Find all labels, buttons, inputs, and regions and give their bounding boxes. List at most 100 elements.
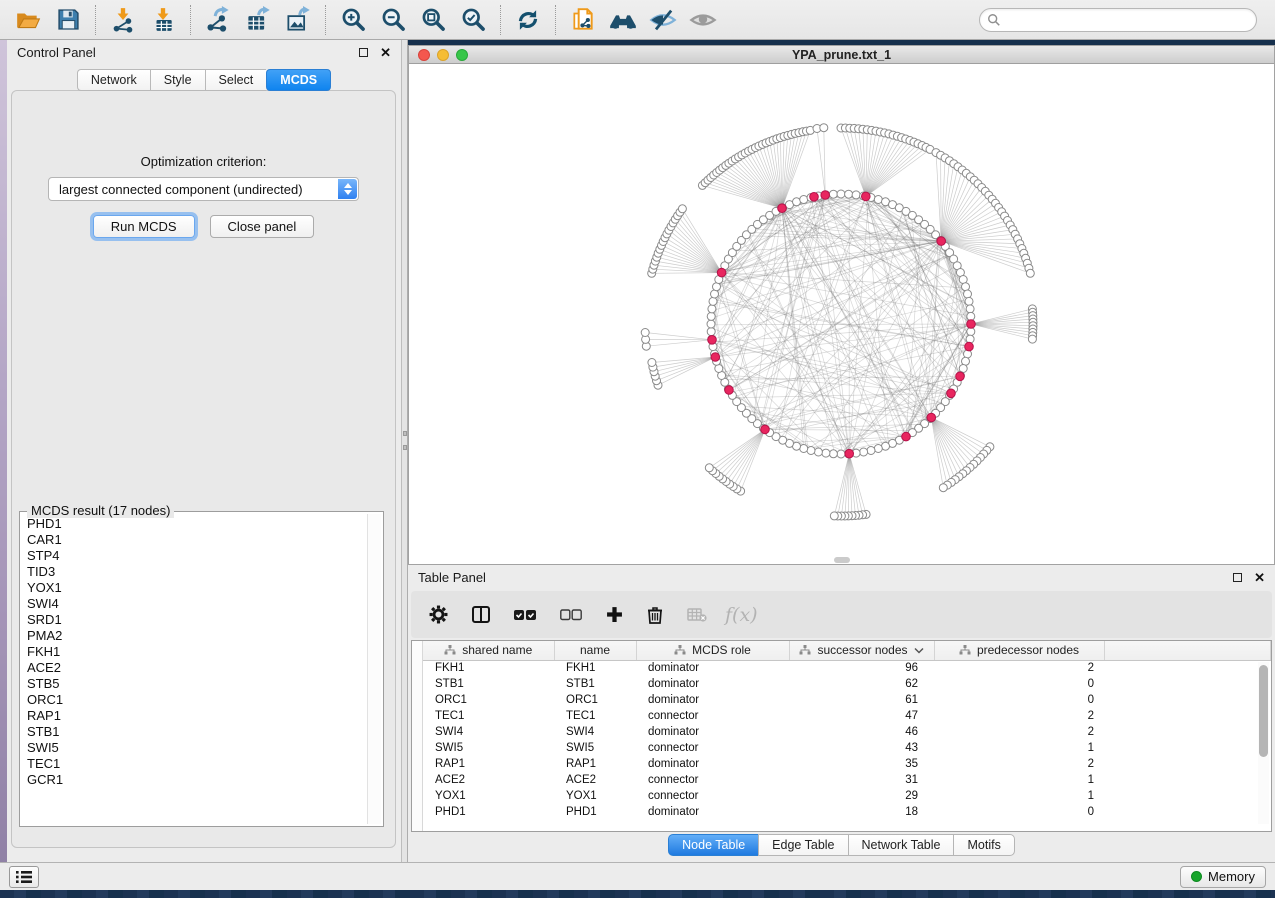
table-scrollbar-thumb[interactable] [1259, 665, 1268, 757]
search-input[interactable] [979, 8, 1257, 32]
table-row[interactable]: TEC1TEC1connector472 [423, 708, 1271, 724]
show-column-icon[interactable] [472, 606, 490, 623]
mcds-result-item[interactable]: YOX1 [27, 580, 365, 596]
mcds-tab-content: Optimization criterion: largest connecte… [11, 90, 396, 848]
table-row[interactable]: SWI4SWI4dominator462 [423, 724, 1271, 740]
mcds-result-item[interactable]: TEC1 [27, 756, 365, 772]
table-row[interactable]: FKH1FKH1dominator962 [423, 660, 1271, 676]
tab-edge-table[interactable]: Edge Table [758, 834, 847, 856]
memory-button[interactable]: Memory [1180, 866, 1266, 888]
task-history-button[interactable] [9, 866, 39, 888]
select-all-columns-icon[interactable] [514, 609, 536, 621]
criterion-value: largest connected component (undirected) [59, 182, 303, 197]
network-hscroll-thumb[interactable] [834, 557, 850, 563]
table-row[interactable]: YOX1YOX1connector291 [423, 788, 1271, 804]
table-row[interactable]: ACE2ACE2connector311 [423, 772, 1271, 788]
network-graph[interactable] [409, 64, 1274, 564]
table-row[interactable]: ORC1ORC1dominator610 [423, 692, 1271, 708]
mcds-result-item[interactable]: GCR1 [27, 772, 365, 788]
memory-label: Memory [1208, 869, 1255, 884]
refresh-icon[interactable] [508, 2, 548, 38]
column-header-predecessor-nodes[interactable]: predecessor nodes [934, 641, 1104, 660]
export-network-icon[interactable] [198, 2, 238, 38]
control-panel-title: Control Panel [17, 45, 96, 60]
mcds-result-item[interactable]: STB1 [27, 724, 365, 740]
mcds-result-item[interactable]: RAP1 [27, 708, 365, 724]
zoom-in-icon[interactable] [333, 2, 373, 38]
delete-column-trash-icon[interactable] [647, 606, 663, 624]
save-icon[interactable] [48, 2, 88, 38]
show-all-eye-icon[interactable] [683, 2, 723, 38]
column-header-mcds-role[interactable]: MCDS role [636, 641, 789, 660]
mcds-result-item[interactable]: PHD1 [27, 516, 365, 532]
table-row[interactable]: PHD1PHD1dominator180 [423, 804, 1271, 820]
mcds-result-item[interactable]: SWI4 [27, 596, 365, 612]
unselect-all-columns-icon[interactable] [560, 609, 582, 621]
node-table-body: FKH1FKH1dominator962STB1STB1dominator620… [423, 660, 1271, 820]
task-list-icon [16, 870, 32, 884]
close-panel-icon[interactable]: ✕ [380, 46, 391, 59]
float-window-icon[interactable] [359, 48, 368, 57]
mcds-result-item[interactable]: ORC1 [27, 692, 365, 708]
tab-network-table[interactable]: Network Table [848, 834, 954, 856]
export-image-icon[interactable] [278, 2, 318, 38]
shared-column-icon [444, 645, 456, 655]
network-canvas[interactable] [409, 64, 1274, 564]
tab-mcds[interactable]: MCDS [266, 69, 331, 91]
mcds-result-item[interactable]: SRD1 [27, 612, 365, 628]
row-header-gutter [412, 641, 423, 831]
mcds-result-item[interactable]: STP4 [27, 548, 365, 564]
create-column-plus-icon[interactable] [606, 606, 623, 623]
main-toolbar [0, 0, 1275, 40]
table-panel: Table Panel ✕ f(x) [408, 565, 1275, 862]
column-header-shared-name[interactable]: shared name [423, 641, 554, 660]
import-network-icon[interactable] [103, 2, 143, 38]
criterion-dropdown[interactable]: largest connected component (undirected) [48, 177, 359, 201]
tab-motifs[interactable]: Motifs [953, 834, 1014, 856]
mcds-result-item[interactable]: CAR1 [27, 532, 365, 548]
export-table-icon[interactable] [238, 2, 278, 38]
network-document-icon[interactable] [563, 2, 603, 38]
mcds-result-scrollbar[interactable] [367, 514, 381, 824]
splitter-grip-icon[interactable] [403, 445, 407, 450]
zoom-out-icon[interactable] [373, 2, 413, 38]
search-text[interactable] [1001, 10, 1256, 30]
panel-splitter[interactable] [401, 40, 408, 862]
table-scrollbar[interactable] [1258, 662, 1269, 824]
column-header-filler [1104, 641, 1271, 660]
mcds-result-item[interactable]: ACE2 [27, 660, 365, 676]
table-panel-title: Table Panel [418, 570, 486, 585]
mcds-result-item[interactable]: TID3 [27, 564, 365, 580]
table-row[interactable]: STB1STB1dominator620 [423, 676, 1271, 692]
memory-status-icon [1191, 871, 1202, 882]
run-mcds-button[interactable]: Run MCDS [93, 215, 195, 238]
open-folder-icon[interactable] [8, 2, 48, 38]
sort-desc-icon[interactable] [914, 647, 924, 654]
mcds-result-item[interactable]: FKH1 [27, 644, 365, 660]
close-panel-icon[interactable]: ✕ [1254, 571, 1265, 584]
tab-network[interactable]: Network [77, 69, 150, 91]
mcds-result-item[interactable]: SWI5 [27, 740, 365, 756]
tab-style[interactable]: Style [150, 69, 205, 91]
float-window-icon[interactable] [1233, 573, 1242, 582]
tab-node-table[interactable]: Node Table [668, 834, 758, 856]
import-table-icon[interactable] [143, 2, 183, 38]
table-settings-gear-icon[interactable] [429, 605, 448, 624]
mcds-result-item[interactable]: PMA2 [27, 628, 365, 644]
mcds-result-item[interactable]: STB5 [27, 676, 365, 692]
column-header-successor-nodes[interactable]: successor nodes [789, 641, 934, 660]
table-header-row: shared name name MCDS role successor nod… [423, 641, 1271, 660]
close-panel-button[interactable]: Close panel [210, 215, 315, 238]
table-toolbar: f(x) [411, 591, 1272, 638]
zoom-selected-icon[interactable] [453, 2, 493, 38]
network-window-titlebar[interactable]: YPA_prune.txt_1 [409, 46, 1274, 64]
table-row[interactable]: SWI5SWI5connector431 [423, 740, 1271, 756]
tab-select[interactable]: Select [205, 69, 267, 91]
node-table: shared name name MCDS role successor nod… [423, 641, 1271, 820]
binoculars-icon[interactable] [603, 2, 643, 38]
table-row[interactable]: RAP1RAP1dominator352 [423, 756, 1271, 772]
column-header-name[interactable]: name [554, 641, 636, 660]
hide-unhide-eye-icon[interactable] [643, 2, 683, 38]
zoom-fit-icon[interactable] [413, 2, 453, 38]
splitter-grip-icon[interactable] [403, 431, 407, 436]
